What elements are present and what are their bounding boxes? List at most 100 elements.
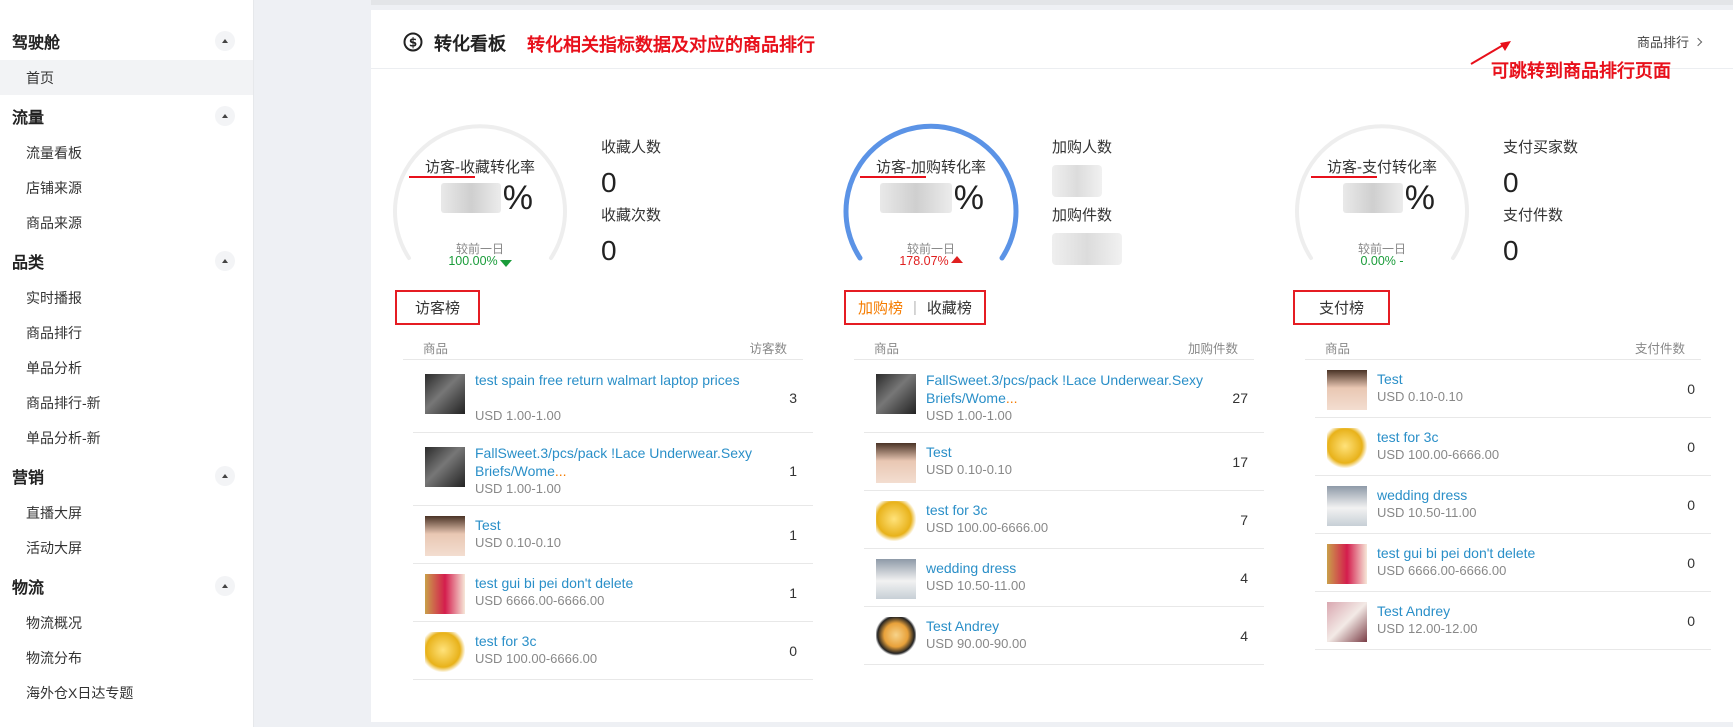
table-row[interactable]: Test Andrey USD 90.00-90.00 4 bbox=[864, 607, 1264, 665]
table-row[interactable]: Test Andrey USD 12.00-12.00 0 bbox=[1315, 592, 1711, 650]
product-name[interactable]: test for 3c bbox=[1377, 428, 1657, 446]
annotation-underline bbox=[1311, 176, 1377, 178]
sidebar-item-logistics-distribution[interactable]: 物流分布 bbox=[0, 640, 253, 675]
tab-bar: 访客榜 bbox=[395, 290, 481, 325]
table-row[interactable]: FallSweet.3/pcs/pack !Lace Underwear.Sex… bbox=[413, 433, 813, 506]
sidebar-item-label: 实时播报 bbox=[26, 289, 82, 306]
product-thumbnail bbox=[876, 559, 916, 599]
compare-value: 0.00% - bbox=[1360, 254, 1404, 268]
sidebar-item-label: 单品分析 bbox=[26, 359, 82, 376]
product-price: USD 0.10-0.10 bbox=[1377, 389, 1463, 404]
sidebar-item-store-source[interactable]: 店铺来源 bbox=[0, 170, 253, 205]
product-name[interactable]: Test Andrey bbox=[1377, 602, 1657, 620]
sidebar-item-label: 单品分析-新 bbox=[26, 429, 101, 446]
table-row[interactable]: test gui bi pei don't delete USD 6666.00… bbox=[413, 564, 813, 622]
product-count: 17 bbox=[1232, 454, 1248, 470]
product-name[interactable]: FallSweet.3/pcs/pack !Lace Underwear.Sex… bbox=[926, 371, 1206, 407]
product-count: 1 bbox=[789, 527, 797, 543]
product-count: 1 bbox=[789, 585, 797, 601]
table-row[interactable]: FallSweet.3/pcs/pack !Lace Underwear.Sex… bbox=[864, 360, 1264, 433]
table-row[interactable]: test spain free return walmart laptop pr… bbox=[413, 360, 813, 433]
sidebar-group-traffic[interactable]: 流量 bbox=[0, 97, 253, 135]
chevron-up-icon[interactable] bbox=[215, 31, 235, 51]
product-count: 3 bbox=[789, 390, 797, 406]
product-thumbnail bbox=[1327, 544, 1367, 584]
metric-cart-users: 加购人数 bbox=[1052, 136, 1112, 197]
product-count: 0 bbox=[1687, 555, 1695, 571]
sidebar-item-logistics-overview[interactable]: 物流概况 bbox=[0, 605, 253, 640]
table-row[interactable]: test gui bi pei don't delete USD 6666.00… bbox=[1315, 534, 1711, 592]
product-name[interactable]: test gui bi pei don't delete bbox=[1377, 544, 1657, 562]
gauge-label: 访客-收藏转化率 bbox=[425, 159, 535, 176]
annotation-underline bbox=[409, 176, 475, 178]
product-price: USD 100.00-6666.00 bbox=[926, 520, 1049, 535]
sidebar-group-marketing[interactable]: 营销 bbox=[0, 457, 253, 495]
product-price: USD 10.50-11.00 bbox=[926, 578, 1026, 593]
table-row[interactable]: wedding dress USD 10.50-11.00 0 bbox=[1315, 476, 1711, 534]
product-name[interactable]: Test bbox=[475, 516, 755, 534]
product-name[interactable]: Test bbox=[926, 443, 1206, 461]
table-row[interactable]: Test USD 0.10-0.10 0 bbox=[1315, 360, 1711, 418]
product-name[interactable]: test for 3c bbox=[475, 632, 755, 650]
sidebar-item-label: 店铺来源 bbox=[26, 179, 82, 196]
chevron-up-icon[interactable] bbox=[215, 466, 235, 486]
sidebar-group-cockpit[interactable]: 驾驶舱 bbox=[0, 22, 253, 60]
sidebar-item-overseas-warehouse[interactable]: 海外仓X日达专题 bbox=[0, 675, 253, 710]
product-count: 0 bbox=[1687, 381, 1695, 397]
sidebar-item-single-analysis-new[interactable]: 单品分析-新 bbox=[0, 420, 253, 455]
tab-payment-ranking[interactable]: 支付榜 bbox=[1319, 297, 1364, 318]
product-name[interactable]: test spain free return walmart laptop pr… bbox=[475, 371, 755, 389]
product-name[interactable]: Test bbox=[1377, 370, 1657, 388]
table-row[interactable]: wedding dress USD 10.50-11.00 4 bbox=[864, 549, 1264, 607]
sidebar-item-product-source[interactable]: 商品来源 bbox=[0, 205, 253, 240]
conversion-board-card: $ 转化看板 转化相关指标数据及对应的商品排行 商品排行 可跳转到商品排行页面 … bbox=[371, 10, 1733, 722]
metric-label: 收藏人数 bbox=[601, 139, 662, 156]
chevron-up-icon[interactable] bbox=[215, 576, 235, 596]
product-price: USD 90.00-90.00 bbox=[926, 636, 1027, 651]
product-name[interactable]: test gui bi pei don't delete bbox=[475, 574, 755, 592]
chevron-up-icon[interactable] bbox=[215, 251, 235, 271]
sidebar-item-single-analysis[interactable]: 单品分析 bbox=[0, 350, 253, 385]
sidebar-group-logistics[interactable]: 物流 bbox=[0, 567, 253, 605]
top-divider bbox=[371, 0, 1733, 5]
blurred-value bbox=[1052, 165, 1102, 197]
table-row[interactable]: test for 3c USD 100.00-6666.00 0 bbox=[413, 622, 813, 680]
percent-sign: % bbox=[502, 179, 533, 217]
blurred-value bbox=[1342, 183, 1403, 213]
table-row[interactable]: Test USD 0.10-0.10 1 bbox=[413, 506, 813, 564]
table-row[interactable]: Test USD 0.10-0.10 17 bbox=[864, 433, 1264, 491]
sidebar-item-event-screen[interactable]: 活动大屏 bbox=[0, 530, 253, 565]
sidebar-item-home[interactable]: 首页 bbox=[0, 60, 253, 95]
table-row[interactable]: test for 3c USD 100.00-6666.00 0 bbox=[1315, 418, 1711, 476]
product-count: 0 bbox=[789, 643, 797, 659]
product-ranking-link[interactable]: 商品排行 bbox=[1637, 32, 1703, 51]
chevron-up-icon[interactable] bbox=[215, 106, 235, 126]
product-name[interactable]: wedding dress bbox=[1377, 486, 1657, 504]
metric-label: 支付件数 bbox=[1503, 207, 1564, 224]
product-name[interactable]: test for 3c bbox=[926, 501, 1206, 519]
annotation-title: 转化相关指标数据及对应的商品排行 bbox=[527, 35, 815, 55]
metric-value: 0 bbox=[601, 235, 617, 266]
product-count: 0 bbox=[1687, 613, 1695, 629]
product-thumbnail bbox=[425, 632, 465, 672]
sidebar-item-product-ranking-new[interactable]: 商品排行-新 bbox=[0, 385, 253, 420]
product-thumbnail bbox=[1327, 486, 1367, 526]
tab-visitor-ranking[interactable]: 访客榜 bbox=[415, 297, 460, 318]
product-name[interactable]: wedding dress bbox=[926, 559, 1206, 577]
table-row[interactable]: test for 3c USD 100.00-6666.00 7 bbox=[864, 491, 1264, 549]
tab-cart-ranking[interactable]: 加购榜 bbox=[858, 297, 903, 318]
sidebar-item-realtime[interactable]: 实时播报 bbox=[0, 280, 253, 315]
sidebar-item-product-ranking[interactable]: 商品排行 bbox=[0, 315, 253, 350]
sidebar-group-category[interactable]: 品类 bbox=[0, 242, 253, 280]
product-name[interactable]: Test Andrey bbox=[926, 617, 1206, 635]
compare-value: 100.00% bbox=[383, 254, 577, 268]
percent-sign: % bbox=[1404, 179, 1435, 217]
compare-value: 178.07% bbox=[834, 254, 1028, 268]
tab-favorite-ranking[interactable]: 收藏榜 bbox=[927, 297, 972, 318]
sidebar-item-live-screen[interactable]: 直播大屏 bbox=[0, 495, 253, 530]
sidebar-item-traffic-board[interactable]: 流量看板 bbox=[0, 135, 253, 170]
tab-separator: | bbox=[913, 299, 917, 316]
product-thumbnail bbox=[425, 574, 465, 614]
product-name[interactable]: FallSweet.3/pcs/pack !Lace Underwear.Sex… bbox=[475, 444, 755, 480]
compare-value-text: 100.00% bbox=[448, 254, 498, 268]
